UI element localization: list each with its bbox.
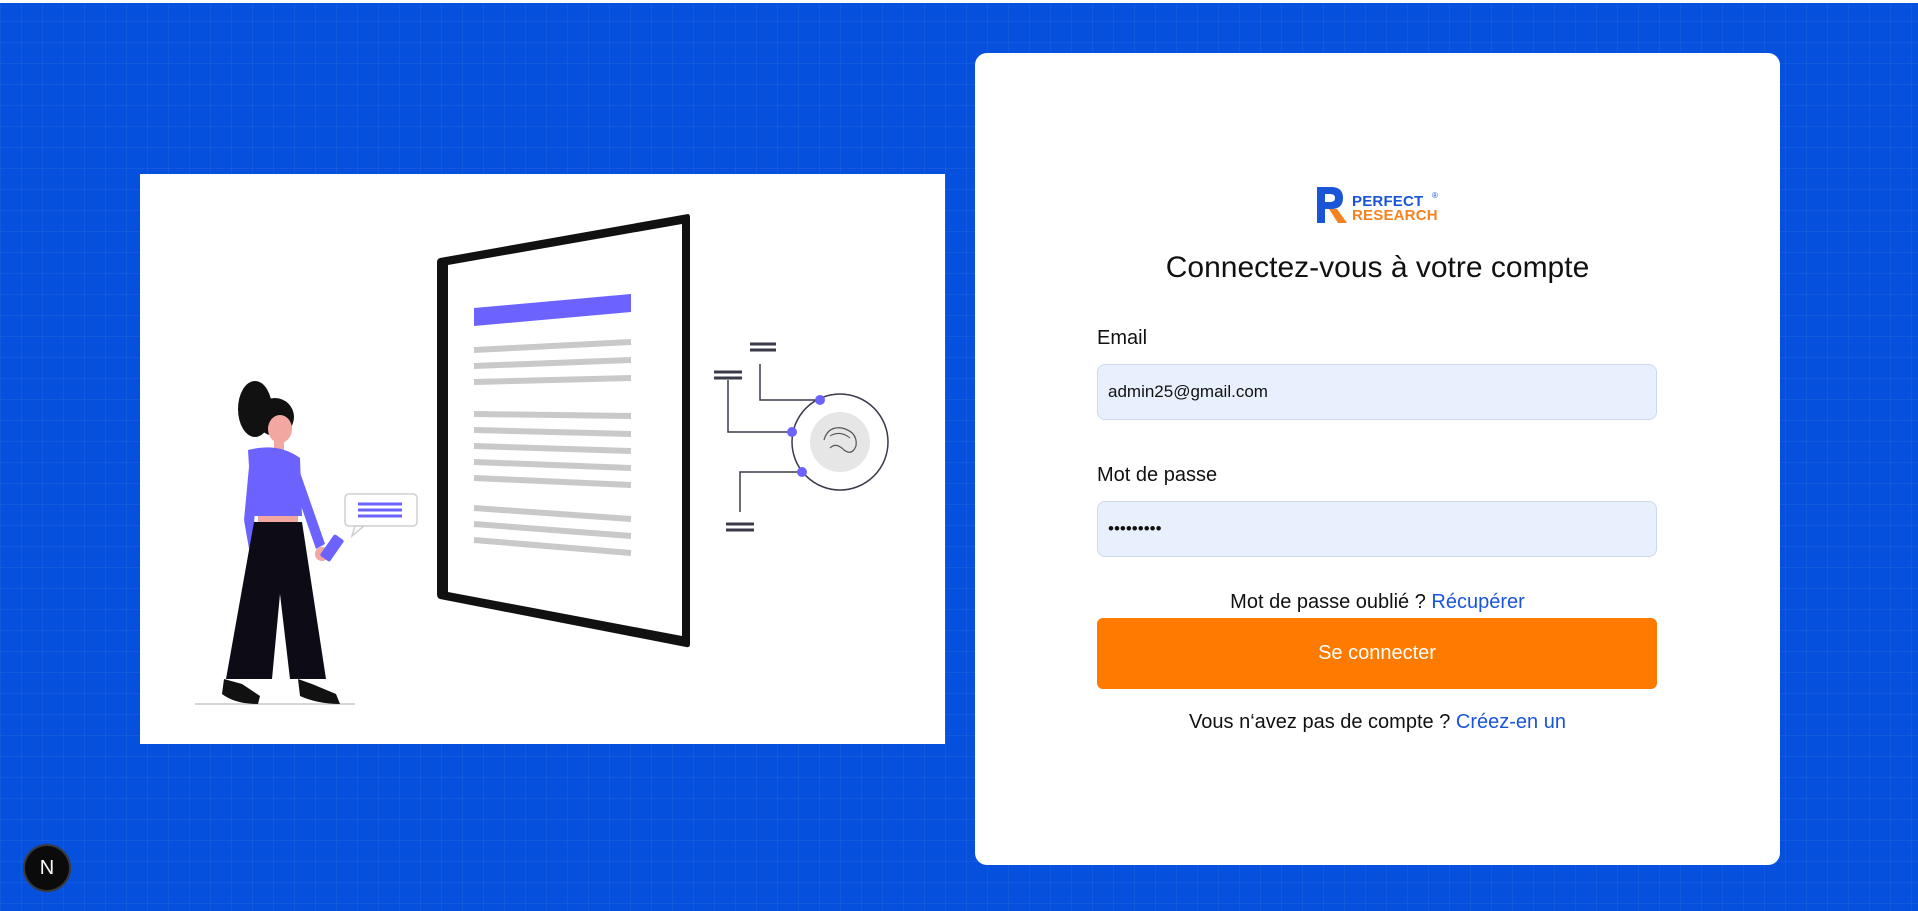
signup-row: Vous n‘avez pas de compte ? Créez-en un <box>975 711 1780 734</box>
password-input[interactable] <box>1097 501 1657 557</box>
password-label: Mot de passe <box>1097 464 1218 486</box>
page-title: Connectez-vous à votre compte <box>1165 251 1590 284</box>
forgot-password-text: Mot de passe oublié ? <box>1230 591 1426 613</box>
email-input[interactable] <box>1097 364 1657 420</box>
brand-logo: PERFECT ® RESEARCH <box>1315 185 1445 227</box>
top-strip <box>0 0 1918 3</box>
logo-text-research: RESEARCH <box>1352 207 1438 224</box>
woman-document-fingerprint-illustration <box>195 214 889 705</box>
login-button[interactable]: Se connecter <box>1097 618 1657 689</box>
logo-registered-mark: ® <box>1432 191 1438 200</box>
recover-password-link[interactable]: Récupérer <box>1431 591 1524 613</box>
nextjs-icon[interactable]: N <box>23 844 71 892</box>
perfect-research-logo-icon <box>1317 187 1347 223</box>
signup-text: Vous n‘avez pas de compte ? <box>1189 711 1451 733</box>
email-label: Email <box>1097 327 1148 349</box>
hero-illustration <box>140 174 945 744</box>
login-card: PERFECT ® RESEARCH Connectez-vous à votr… <box>975 53 1780 865</box>
create-account-link[interactable]: Créez-en un <box>1456 711 1566 733</box>
forgot-password-row: Mot de passe oublié ? Récupérer <box>975 591 1780 614</box>
